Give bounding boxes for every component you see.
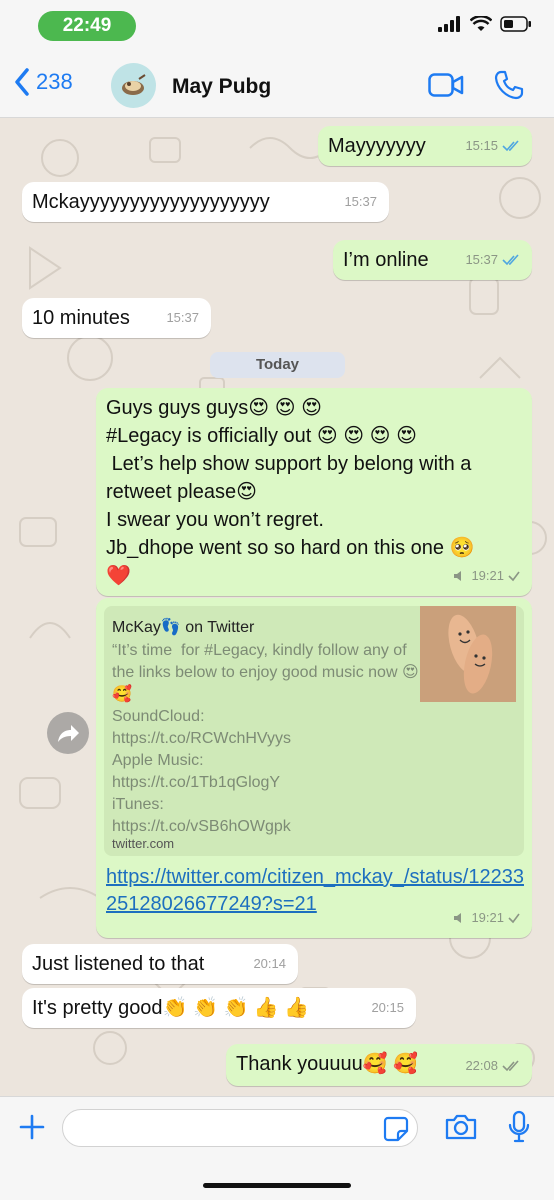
message-time: 19:21 <box>471 568 504 583</box>
message-time: 20:14 <box>253 956 286 971</box>
sticker-icon <box>383 1116 409 1142</box>
contact-name[interactable]: May Pubg <box>172 75 271 99</box>
message-outgoing[interactable]: Thank youuuu🥰 🥰 22:08 <box>226 1044 532 1086</box>
chat-area[interactable]: Mayyyyyyy 15:15 Mckayyyyyyyyyyyyyyyyyyy … <box>0 118 554 1096</box>
microphone-icon <box>508 1110 530 1143</box>
video-call-button[interactable] <box>428 73 464 102</box>
message-meta: 20:15 <box>371 994 404 1022</box>
message-text: Mayyyyyyy <box>328 135 426 157</box>
message-incoming[interactable]: Mckayyyyyyyyyyyyyyyyyyy 15:37 <box>22 182 389 222</box>
wifi-icon <box>470 16 492 31</box>
back-button[interactable]: 238 <box>14 68 73 96</box>
message-incoming[interactable]: 10 minutes 15:37 <box>22 298 211 338</box>
message-time: 22:08 <box>465 1058 498 1073</box>
message-text: It's pretty good👏 👏 👏 👍 👍 <box>32 997 310 1019</box>
speaker-icon <box>454 571 462 581</box>
message-meta: 20:14 <box>253 950 286 978</box>
message-time: 15:37 <box>344 194 377 209</box>
camera-icon <box>445 1114 477 1140</box>
chat-header: 238 May Pubg <box>0 52 554 118</box>
status-bar: 22:49 <box>0 0 554 52</box>
link-preview-description: “It’s time for #Legacy, kindly follow an… <box>112 642 419 835</box>
message-meta: 15:37 <box>465 246 520 274</box>
message-meta: 19:21 <box>453 562 520 590</box>
message-time: 15:37 <box>465 252 498 267</box>
message-time: 19:21 <box>471 910 504 925</box>
message-text: I’m online <box>343 249 429 271</box>
message-meta: 15:15 <box>465 132 520 160</box>
forward-button[interactable] <box>47 712 89 754</box>
link-message[interactable]: McKay👣 on Twitter “It’s time for #Legacy… <box>96 598 532 938</box>
message-text: Guys guys guys😍 😍 😍 #Legacy is officiall… <box>106 397 475 587</box>
single-check-icon <box>508 571 520 582</box>
back-chevron-icon <box>15 68 29 96</box>
message-time: 20:15 <box>371 1000 404 1015</box>
message-time: 15:37 <box>166 310 199 325</box>
attach-button[interactable] <box>18 1113 46 1146</box>
camera-button[interactable] <box>444 1113 478 1146</box>
date-separator: Today <box>210 352 345 378</box>
home-indicator[interactable] <box>203 1183 351 1188</box>
message-meta: 22:08 <box>465 1052 520 1080</box>
message-input[interactable] <box>62 1109 418 1147</box>
message-time: 15:15 <box>465 138 498 153</box>
back-unread-count: 238 <box>36 69 73 94</box>
signal-icon <box>438 16 460 32</box>
single-check-icon <box>508 913 520 924</box>
message-meta: 19:21 <box>453 904 520 932</box>
message-text: Mckayyyyyyyyyyyyyyyyyyy <box>32 191 270 213</box>
message-incoming[interactable]: Just listened to that 20:14 <box>22 944 298 984</box>
avatar[interactable] <box>111 63 156 108</box>
phone-icon <box>494 70 524 100</box>
message-outgoing[interactable]: Mayyyyyyy 15:15 <box>318 126 532 166</box>
video-call-icon <box>428 73 464 97</box>
message-outgoing[interactable]: Guys guys guys😍 😍 😍 #Legacy is officiall… <box>96 388 532 596</box>
message-text: Thank youuuu🥰 🥰 <box>236 1053 419 1075</box>
message-meta: 15:37 <box>166 304 199 332</box>
input-bar <box>0 1096 554 1200</box>
link-preview-card[interactable]: McKay👣 on Twitter “It’s time for #Legacy… <box>104 606 524 856</box>
sticker-button[interactable] <box>383 1116 409 1147</box>
message-text: Just listened to that <box>32 953 205 975</box>
speaker-icon <box>454 913 462 923</box>
share-forward-icon <box>58 725 79 742</box>
link-preview-title: McKay👣 on Twitter <box>112 619 255 636</box>
message-meta: 15:37 <box>344 188 377 216</box>
message-incoming[interactable]: It's pretty good👏 👏 👏 👍 👍 20:15 <box>22 988 416 1028</box>
link-preview-thumbnail <box>420 606 516 702</box>
double-check-icon <box>502 140 519 152</box>
double-check-icon <box>502 1060 519 1072</box>
double-check-icon <box>502 254 519 266</box>
plus-icon <box>19 1114 45 1140</box>
voice-call-button[interactable] <box>494 70 524 105</box>
battery-icon <box>500 16 531 32</box>
message-text: 10 minutes <box>32 307 130 329</box>
status-time: 22:49 <box>38 11 136 41</box>
status-icons <box>438 16 532 32</box>
message-outgoing[interactable]: I’m online 15:37 <box>333 240 532 280</box>
voice-note-button[interactable] <box>507 1110 531 1149</box>
link-preview-domain: twitter.com <box>112 836 175 851</box>
